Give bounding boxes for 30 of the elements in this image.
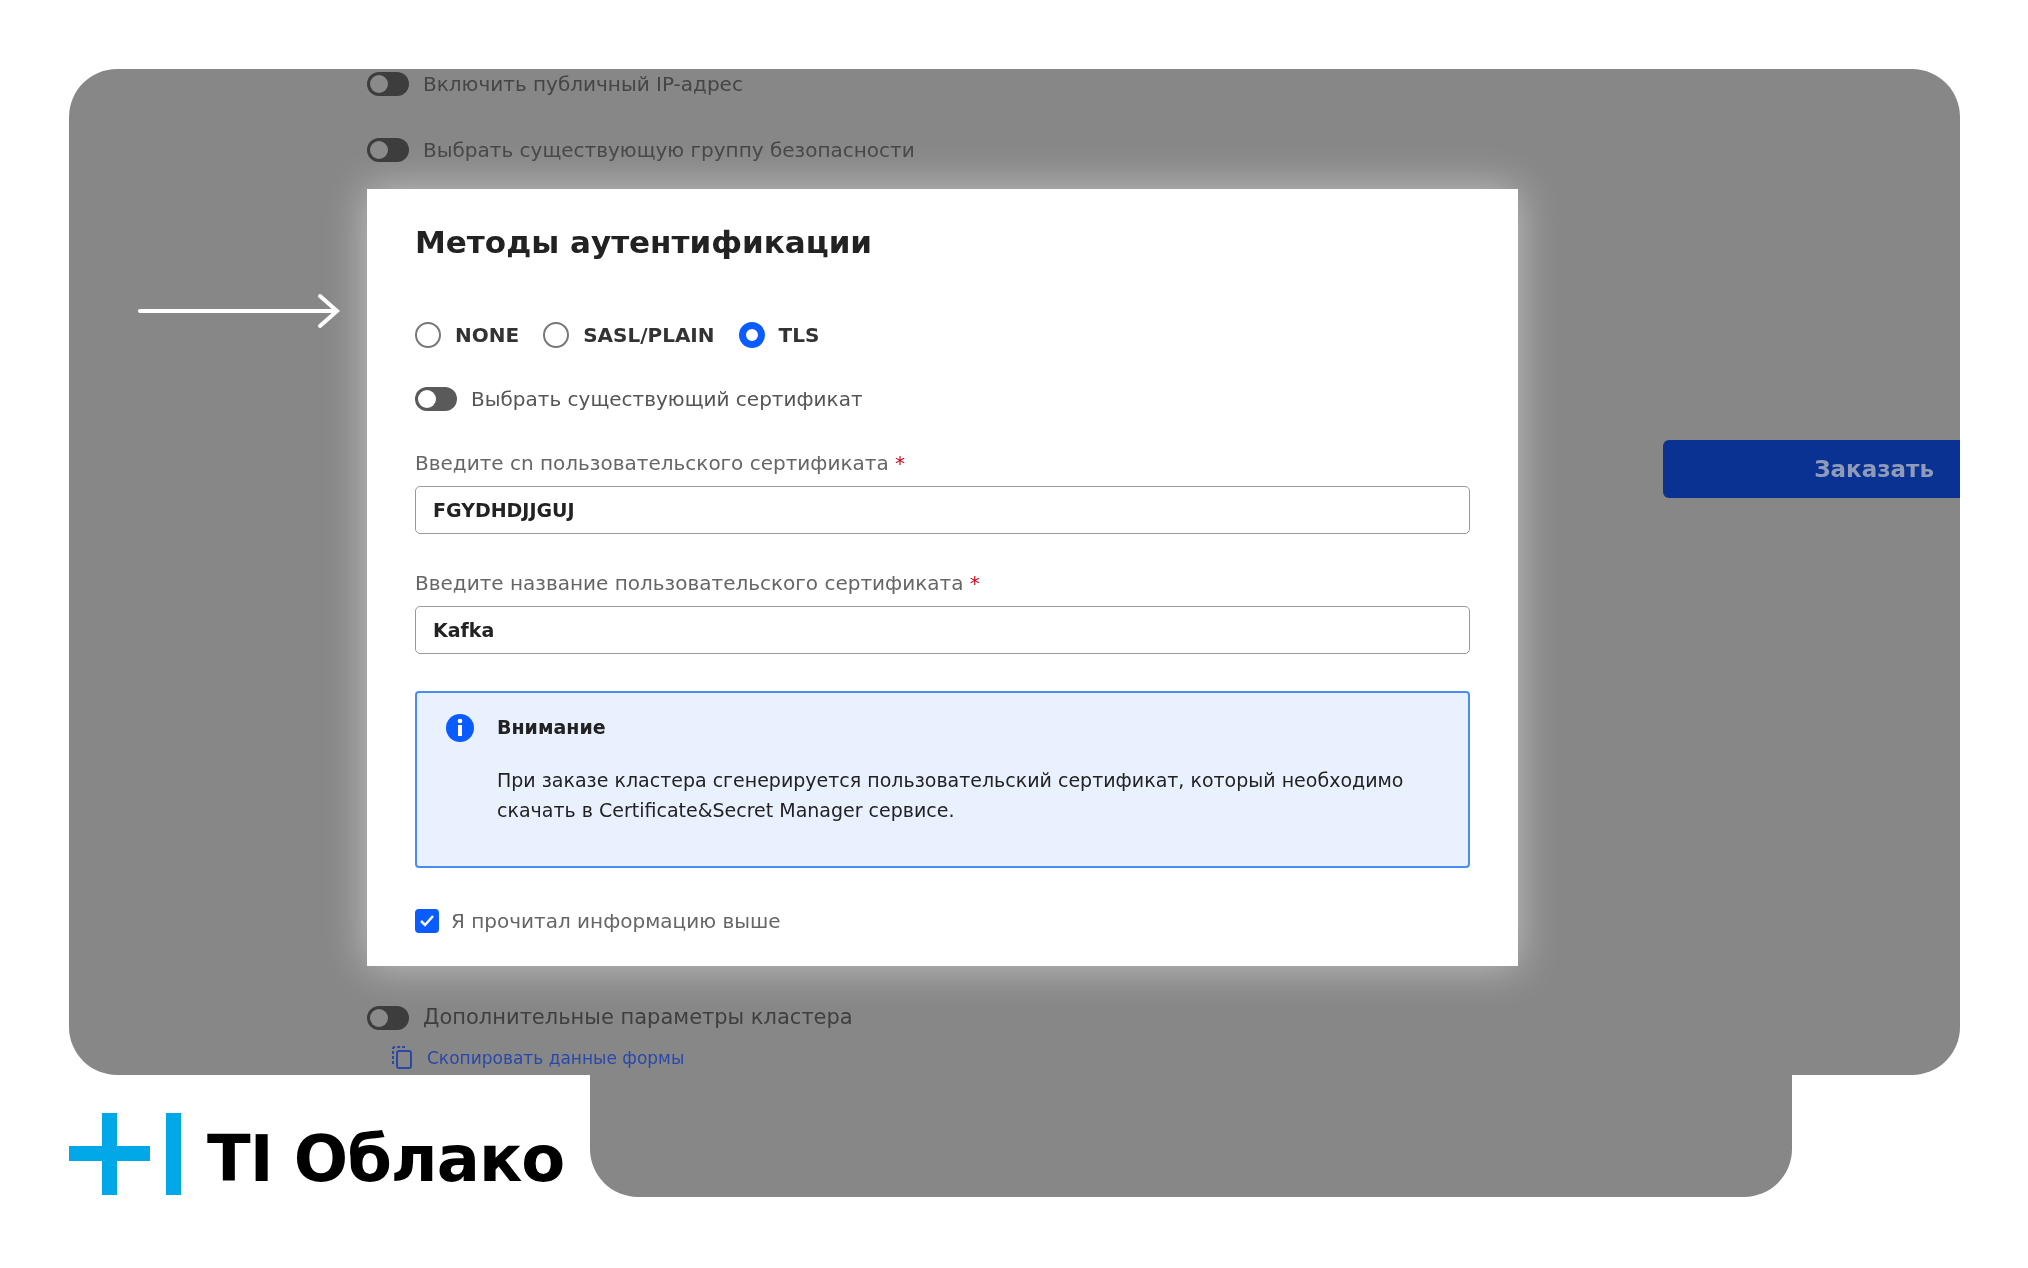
radio-button[interactable] — [415, 321, 441, 348]
field-label: Введите название пользовательского сертификата * — [415, 569, 981, 594]
text-field[interactable]: FGYDHDJJGUJ — [415, 485, 1470, 534]
radio-label: SASL/PLAIN — [583, 321, 715, 349]
text-field[interactable]: Kafka — [415, 605, 1470, 654]
arrow-icon — [138, 293, 342, 329]
toggle-switch[interactable] — [367, 138, 409, 162]
modal-title: Методы аутентификации — [415, 223, 874, 262]
toggle-label: Включить публичный IP-адрес — [423, 71, 743, 98]
checkbox-label: Я прочитал информацию выше — [451, 907, 781, 935]
toggle-switch[interactable] — [367, 1005, 409, 1030]
radio-button[interactable] — [543, 321, 570, 348]
notice-text: При заказе кластера сгенерируется пользовательский сертификат, который необходимо скачать в Certificate&Secret Manager сервисе. — [497, 767, 1405, 823]
notice-title: Внимание — [497, 715, 606, 741]
check-icon — [419, 913, 435, 928]
field-label: Введите cn пользовательского сертификата * — [415, 449, 907, 474]
toggle-label: Выбрать существующий сертификат — [471, 385, 863, 413]
info-icon — [445, 712, 475, 743]
copy-icon — [391, 1046, 413, 1071]
toggle-switch[interactable] — [367, 72, 409, 96]
checkbox[interactable] — [415, 908, 439, 933]
toggle-label: Выбрать существующую группу безопасности — [423, 137, 915, 164]
radio-label: NONE — [455, 321, 520, 349]
plus-logo-icon — [69, 1113, 181, 1195]
radio-label: TLS — [778, 321, 820, 349]
toggle-switch[interactable] — [415, 386, 457, 411]
toggle-label: Дополнительные параметры кластера — [423, 1004, 853, 1031]
logo-text: TI Облако — [207, 1123, 565, 1195]
radio-button[interactable] — [738, 321, 765, 348]
order-button[interactable]: Заказать — [1663, 440, 1960, 498]
